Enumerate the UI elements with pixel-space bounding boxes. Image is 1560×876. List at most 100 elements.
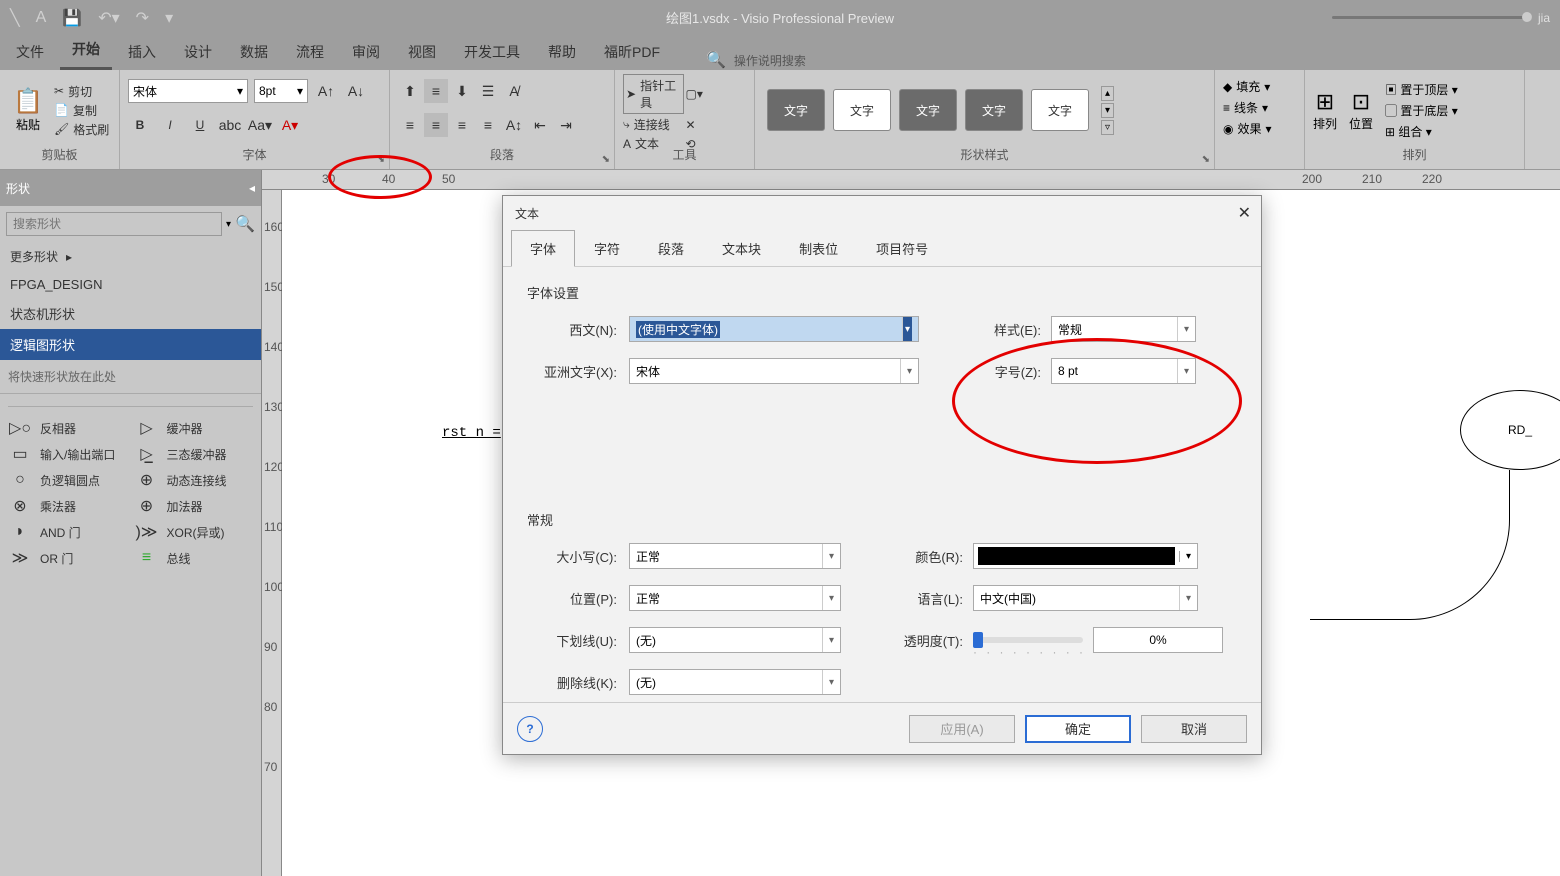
- titlebar-slider[interactable]: [1332, 16, 1532, 19]
- align-bottom-icon[interactable]: ⬇: [450, 79, 474, 103]
- transparency-value[interactable]: 0%: [1093, 627, 1223, 653]
- bold-button[interactable]: B: [128, 113, 152, 137]
- font-dialog-launcher[interactable]: ⬊: [377, 154, 385, 165]
- paste-button[interactable]: 📋 粘贴: [8, 74, 48, 146]
- styles-dialog-launcher[interactable]: ⬊: [1202, 154, 1210, 165]
- bring-front-button[interactable]: ▣ 置于顶层 ▾: [1385, 81, 1458, 98]
- search-dropdown-icon[interactable]: ▾: [226, 219, 231, 230]
- fill-button[interactable]: ◆填充▾: [1223, 78, 1296, 95]
- shape-tristate[interactable]: ▷̲三态缓冲器: [135, 445, 254, 463]
- connector-tool[interactable]: ⤷连接线: [623, 116, 684, 133]
- tab-home[interactable]: 开始: [60, 31, 112, 70]
- case-combo[interactable]: 正常▾: [629, 543, 841, 569]
- shape-buffer[interactable]: ▷缓冲器: [135, 419, 254, 437]
- shape-mult[interactable]: ⊗乘法器: [8, 497, 127, 515]
- format-painter-button[interactable]: 🖌格式刷: [54, 121, 109, 138]
- rect-tool[interactable]: ▢▾: [686, 74, 747, 114]
- cat-fpga[interactable]: FPGA_DESIGN: [0, 271, 261, 298]
- style-chip-2[interactable]: 文字: [833, 89, 891, 131]
- shape-bus[interactable]: ≡总线: [135, 549, 254, 567]
- help-button[interactable]: ?: [517, 716, 543, 742]
- tab-design[interactable]: 设计: [172, 34, 224, 70]
- tab-foxit[interactable]: 福昕PDF: [592, 34, 672, 70]
- color-combo[interactable]: ▾: [973, 543, 1198, 569]
- underline-button[interactable]: U: [188, 113, 212, 137]
- asian-font-combo[interactable]: 宋体▾: [629, 358, 919, 384]
- dialog-tab-para[interactable]: 段落: [639, 230, 703, 266]
- align-right-icon[interactable]: ≡: [450, 113, 474, 137]
- tab-file[interactable]: 文件: [4, 34, 56, 70]
- pointer-tool[interactable]: ➤指针工具: [623, 74, 684, 114]
- shape-and[interactable]: ◗AND 门: [8, 523, 127, 541]
- cut-button[interactable]: ✂剪切: [54, 83, 109, 100]
- size-combo[interactable]: 8 pt▾: [1051, 358, 1196, 384]
- style-chip-3[interactable]: 文字: [899, 89, 957, 131]
- dialog-tab-bullet[interactable]: 项目符号: [857, 230, 947, 266]
- decrease-font-icon[interactable]: A↓: [344, 79, 368, 103]
- dialog-tab-block[interactable]: 文本块: [703, 230, 780, 266]
- justify-icon[interactable]: ≡: [476, 113, 500, 137]
- shape-add[interactable]: ⊕加法器: [135, 497, 254, 515]
- indent-decrease-icon[interactable]: ⇤: [528, 113, 552, 137]
- dialog-tab-font[interactable]: 字体: [511, 230, 575, 267]
- style-chip-1[interactable]: 文字: [767, 89, 825, 131]
- shape-or[interactable]: ≫OR 门: [8, 549, 127, 567]
- clear-format-icon[interactable]: A̸: [502, 79, 526, 103]
- align-left-icon[interactable]: ≡: [398, 113, 422, 137]
- canvas-connector[interactable]: [1310, 470, 1510, 620]
- cancel-button[interactable]: 取消: [1141, 715, 1247, 743]
- effect-button[interactable]: ◉效果▾: [1223, 120, 1296, 137]
- apply-button[interactable]: 应用(A): [909, 715, 1015, 743]
- align-button[interactable]: ⊞排列: [1313, 74, 1337, 146]
- paragraph-dialog-launcher[interactable]: ⬊: [602, 154, 610, 165]
- shape-xor[interactable]: )≫XOR(异或): [135, 523, 254, 541]
- close-button[interactable]: ✕: [1238, 203, 1251, 223]
- shape-search-input[interactable]: [6, 212, 222, 236]
- dialog-tab-tabstop[interactable]: 制表位: [780, 230, 857, 266]
- ok-button[interactable]: 确定: [1025, 715, 1131, 743]
- font-name-select[interactable]: 宋体▾: [128, 79, 248, 103]
- more-shapes[interactable]: 更多形状▸: [0, 242, 261, 271]
- tab-process[interactable]: 流程: [284, 34, 336, 70]
- indent-increase-icon[interactable]: ⇥: [554, 113, 578, 137]
- send-back-button[interactable]: ▢ 置于底层 ▾: [1385, 102, 1458, 119]
- undo-icon[interactable]: ↶▾: [98, 8, 119, 28]
- collapse-panel-icon[interactable]: ◂: [249, 181, 255, 195]
- text-direction-icon[interactable]: A↕: [502, 113, 526, 137]
- position-combo[interactable]: 正常▾: [629, 585, 841, 611]
- lang-combo[interactable]: 中文(中国)▾: [973, 585, 1198, 611]
- italic-button[interactable]: I: [158, 113, 182, 137]
- canvas-text-rst[interactable]: rst_n =: [442, 425, 501, 441]
- style-chip-5[interactable]: 文字: [1031, 89, 1089, 131]
- shape-neglogic[interactable]: ○负逻辑圆点: [8, 471, 127, 489]
- underline-combo[interactable]: (无)▾: [629, 627, 841, 653]
- shape-dynconn[interactable]: ⊕动态连接线: [135, 471, 254, 489]
- tab-review[interactable]: 审阅: [340, 34, 392, 70]
- tab-dev[interactable]: 开发工具: [452, 34, 532, 70]
- align-top-icon[interactable]: ⬆: [398, 79, 422, 103]
- text-tool-icon[interactable]: A: [36, 9, 47, 27]
- strike-button[interactable]: abc: [218, 113, 242, 137]
- case-button[interactable]: Aa▾: [248, 113, 272, 137]
- styles-up-icon[interactable]: ▴: [1101, 86, 1114, 101]
- styles-more-icon[interactable]: ▿: [1101, 120, 1114, 135]
- dialog-tab-char[interactable]: 字符: [575, 230, 639, 266]
- align-center-icon[interactable]: ≡: [424, 113, 448, 137]
- increase-font-icon[interactable]: A↑: [314, 79, 338, 103]
- position-button[interactable]: ⊡位置: [1349, 74, 1373, 146]
- search-placeholder[interactable]: 操作说明搜索: [734, 52, 806, 69]
- group-button[interactable]: ⊞ 组合 ▾: [1385, 123, 1458, 140]
- save-icon[interactable]: 💾: [62, 8, 82, 28]
- cat-statemachine[interactable]: 状态机形状: [0, 298, 261, 329]
- align-middle-icon[interactable]: ≡: [424, 79, 448, 103]
- tab-view[interactable]: 视图: [396, 34, 448, 70]
- canvas-shape-rd[interactable]: RD_: [1460, 390, 1560, 470]
- delete-tool[interactable]: ✕: [686, 116, 747, 133]
- strike-combo[interactable]: (无)▾: [629, 669, 841, 695]
- cat-logic[interactable]: 逻辑图形状: [0, 329, 261, 360]
- tab-help[interactable]: 帮助: [536, 34, 588, 70]
- font-size-select[interactable]: 8pt▾: [254, 79, 308, 103]
- style-combo[interactable]: 常规▾: [1051, 316, 1196, 342]
- style-chip-4[interactable]: 文字: [965, 89, 1023, 131]
- tab-insert[interactable]: 插入: [116, 34, 168, 70]
